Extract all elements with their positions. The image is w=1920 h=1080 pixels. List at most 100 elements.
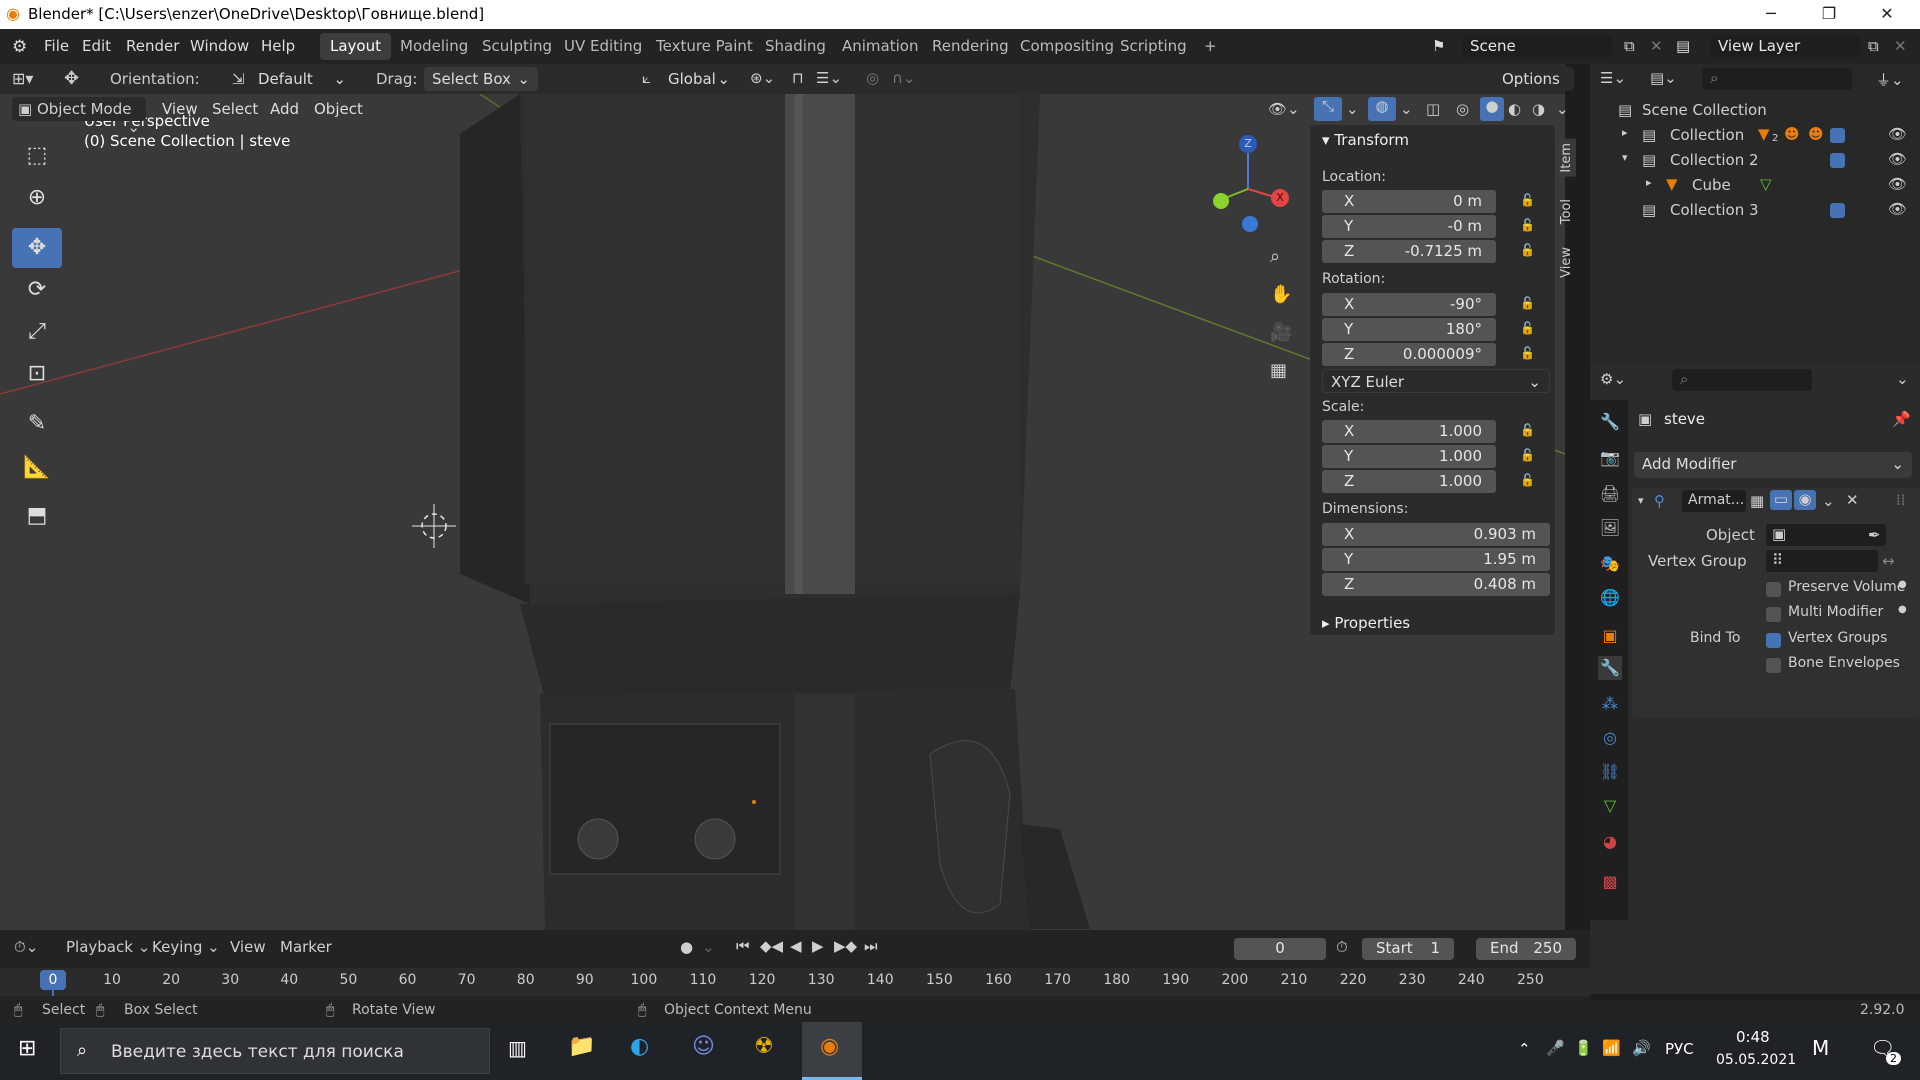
expand-arrow-icon[interactable]: ▸ <box>1646 176 1652 189</box>
editor-type-icon[interactable]: ⊞▾ <box>12 69 33 88</box>
location-z-field[interactable]: Z -0.7125 m <box>1322 240 1496 263</box>
tab-compositing[interactable]: Compositing <box>1010 33 1124 60</box>
windows-start-icon[interactable]: ⊞ <box>18 1036 36 1061</box>
keying-menu[interactable]: Keying ⌄ <box>152 938 220 956</box>
lock-icon[interactable]: 🔓 <box>1520 448 1535 462</box>
gizmo-dropdown-icon[interactable]: ⌄ <box>1346 100 1359 118</box>
outliner-row[interactable]: ▤ Collection 3 👁 <box>1590 198 1920 223</box>
playback-menu[interactable]: Playback ⌄ <box>66 938 150 956</box>
tab-texture-paint[interactable]: Texture Paint <box>646 33 763 60</box>
expand-arrow-icon[interactable]: ▸ <box>1622 126 1628 139</box>
delete-view-layer-icon[interactable]: ✕ <box>1894 37 1907 55</box>
gizmo-z-axis[interactable]: Z <box>1239 135 1257 153</box>
network-icon[interactable]: 📶 <box>1602 1039 1621 1057</box>
shading-dropdown-icon[interactable]: ⌄ <box>1556 100 1569 118</box>
transform-panel-header[interactable]: ▾ Transform <box>1322 131 1409 149</box>
modifier-menu-icon[interactable]: ⌄ <box>1822 492 1835 510</box>
options-dropdown[interactable]: Options⌄ <box>1494 67 1574 106</box>
navigation-gizmo[interactable]: Z X <box>1200 134 1300 234</box>
task-view-icon[interactable]: ▥ <box>508 1036 527 1060</box>
transform-orientation-dropdown[interactable]: Global ⌄ <box>660 67 738 91</box>
scene-tab-icon[interactable]: 🎭 <box>1598 552 1622 576</box>
end-frame-field[interactable]: End 250 <box>1476 938 1576 960</box>
volume-icon[interactable]: 🔊 <box>1632 1039 1651 1057</box>
timeline-editor-icon[interactable]: ⏱⌄ <box>14 938 38 956</box>
dimension-x-field[interactable]: X 0.903 m <box>1322 523 1550 546</box>
transform-tool-icon[interactable]: ⊡ <box>12 354 62 394</box>
minimize-button[interactable]: ─ <box>1742 0 1800 29</box>
outliner-search-input[interactable]: ⌕ <box>1702 68 1852 90</box>
collection-checkbox[interactable] <box>1830 151 1845 169</box>
prev-keyframe-icon[interactable]: ◆◀ <box>760 937 783 955</box>
preview-range-icon[interactable]: ⏱ <box>1336 938 1348 956</box>
vertex-groups-checkbox[interactable] <box>1766 631 1781 649</box>
jump-end-icon[interactable]: ⏭ <box>864 937 878 955</box>
scale-x-field[interactable]: X 1.000 <box>1322 420 1496 443</box>
blender-taskbar-button[interactable]: ◉ <box>802 1022 862 1080</box>
marker-menu[interactable]: Marker <box>280 938 332 956</box>
scale-tool-icon[interactable]: ⤢ <box>12 312 62 352</box>
material-tab-icon[interactable]: ◕ <box>1598 830 1622 854</box>
new-scene-icon[interactable]: ⧉ <box>1624 37 1635 55</box>
world-tab-icon[interactable]: 🌐 <box>1598 586 1622 610</box>
tab-uv-editing[interactable]: UV Editing <box>554 33 652 60</box>
viewport-menu-add[interactable]: Add <box>270 100 299 118</box>
keyframe-dot-icon[interactable]: ● <box>1898 579 1907 590</box>
texture-tab-icon[interactable]: ▩ <box>1598 870 1622 894</box>
app-tray-icon[interactable]: Ⅿ <box>1812 1036 1829 1060</box>
rendered-shading-icon[interactable]: ◑ <box>1532 100 1545 118</box>
lock-icon[interactable]: 🔓 <box>1520 321 1535 335</box>
preserve-volume-checkbox[interactable] <box>1766 580 1781 598</box>
constraints-tab-icon[interactable]: ⛓ <box>1598 760 1622 784</box>
blender-menu-icon[interactable]: ⚙ <box>12 37 27 57</box>
add-workspace-button[interactable]: + <box>1194 33 1227 60</box>
drag-handle-icon[interactable]: ⁞⁞ <box>1896 491 1906 509</box>
eye-icon[interactable]: 👁 <box>1888 125 1907 143</box>
collection-checkbox[interactable] <box>1830 201 1845 219</box>
particles-tab-icon[interactable]: ⁂ <box>1598 692 1622 716</box>
lock-icon[interactable]: 🔓 <box>1520 296 1535 310</box>
play-icon[interactable]: ▶ <box>812 937 824 955</box>
cursor-tool-icon[interactable]: ⊕ <box>12 178 62 218</box>
multi-modifier-checkbox[interactable] <box>1766 605 1781 623</box>
tab-sculpting[interactable]: Sculpting <box>472 33 562 60</box>
eye-icon[interactable]: 👁 <box>1888 150 1907 168</box>
maximize-button[interactable]: ❐ <box>1800 0 1858 29</box>
outliner-editor-icon[interactable]: ☰⌄ <box>1600 69 1626 87</box>
editmode-toggle-icon[interactable]: ▦ <box>1750 492 1764 510</box>
orientation-dropdown[interactable]: Default ⌄ <box>250 67 354 91</box>
ortho-grid-icon[interactable]: ▦ <box>1270 360 1287 381</box>
record-icon[interactable]: ● <box>680 938 693 956</box>
viewport-menu-view[interactable]: View <box>162 100 198 118</box>
lock-icon[interactable]: 🔓 <box>1520 193 1535 207</box>
viewport-menu-select[interactable]: Select <box>212 100 258 118</box>
invert-vertex-group-icon[interactable]: ↔ <box>1882 552 1895 570</box>
rotation-x-field[interactable]: X -90° <box>1322 293 1496 316</box>
dimension-y-field[interactable]: Y 1.95 m <box>1322 548 1550 571</box>
add-cube-tool-icon[interactable]: ⬒ <box>12 496 62 536</box>
add-modifier-dropdown[interactable]: Add Modifier ⌄ <box>1634 452 1912 478</box>
gizmo-x-axis[interactable]: X <box>1271 189 1289 207</box>
measure-tool-icon[interactable]: 📐 <box>12 448 62 488</box>
tab-tool[interactable]: Tool <box>1557 195 1576 228</box>
taskbar-search-box[interactable]: ⌕ Введите здесь текст для поиска <box>60 1028 490 1074</box>
menu-render[interactable]: Render <box>126 37 179 55</box>
tab-rendering[interactable]: Rendering <box>922 33 1019 60</box>
gizmo-toggle-icon[interactable]: ⤡ <box>1314 97 1342 121</box>
collapse-arrow-icon[interactable]: ▾ <box>1622 151 1628 164</box>
clock-time[interactable]: 0:48 <box>1736 1028 1770 1046</box>
snap-target-icon[interactable]: ☰⌄ <box>816 69 842 87</box>
falloff-icon[interactable]: ∩⌄ <box>892 69 916 87</box>
tab-view[interactable]: View <box>1557 243 1576 282</box>
viewport-menu-object[interactable]: Object <box>314 100 363 118</box>
lock-icon[interactable]: 🔓 <box>1520 423 1535 437</box>
scene-icon[interactable]: ⚑ <box>1432 37 1445 55</box>
tab-animation[interactable]: Animation <box>832 33 928 60</box>
rotation-y-field[interactable]: Y 180° <box>1322 318 1496 341</box>
pin-icon[interactable]: 📌 <box>1892 410 1911 428</box>
proportional-edit-icon[interactable]: ◎ <box>866 69 879 87</box>
gizmo-neg-z-axis[interactable] <box>1242 216 1258 232</box>
tab-modeling[interactable]: Modeling <box>390 33 478 60</box>
play-reverse-icon[interactable]: ◀ <box>790 937 802 955</box>
tray-chevron-icon[interactable]: ⌃ <box>1518 1040 1531 1058</box>
